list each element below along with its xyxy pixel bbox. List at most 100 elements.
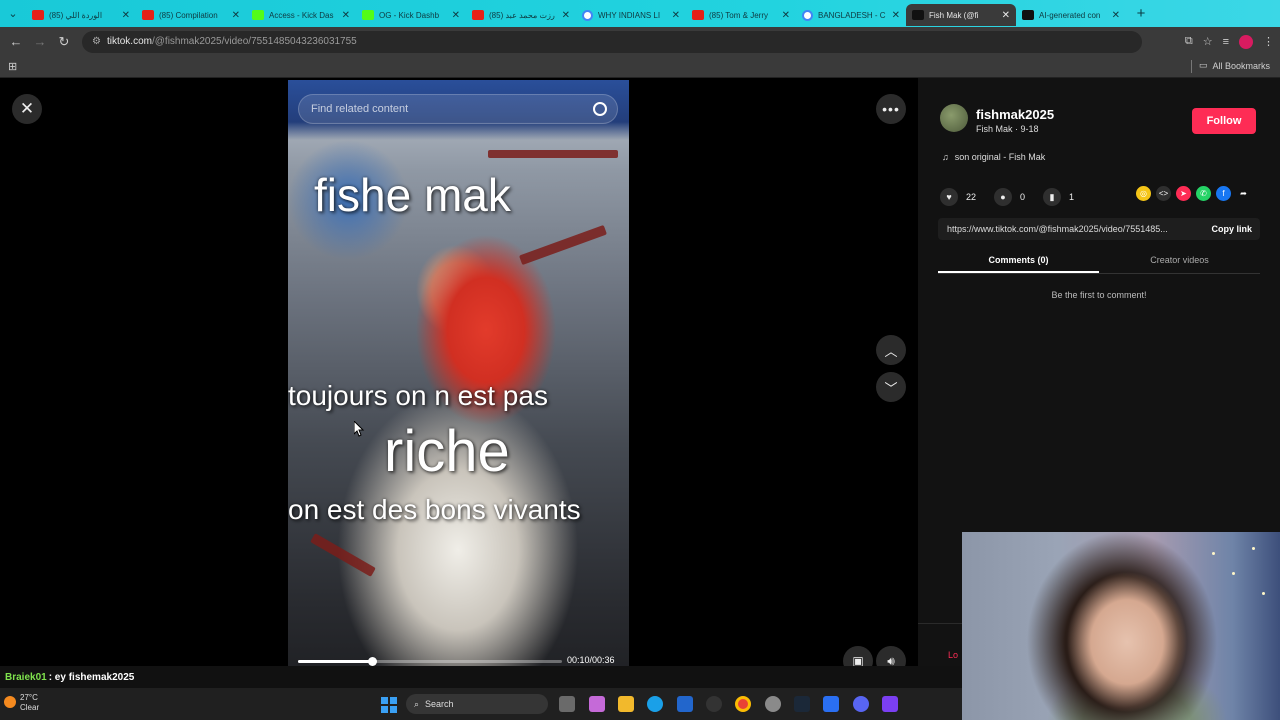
video-frame-detail (488, 150, 618, 158)
browser-tab[interactable]: Access - Kick Das ✕ (246, 4, 356, 26)
weather-icon[interactable] (4, 696, 16, 708)
copilot-icon[interactable] (589, 696, 605, 712)
login-link[interactable]: Lo (948, 650, 958, 660)
previous-video-icon[interactable]: ︿ (876, 335, 906, 365)
embed-icon[interactable]: <> (1156, 186, 1171, 201)
tab-title: (85) Compilation (159, 10, 218, 20)
related-content-search[interactable]: Find related content (298, 94, 618, 124)
browser-tab[interactable]: (85) Compilation ✕ (136, 4, 246, 26)
video-frame-detail (519, 224, 607, 266)
like-icon[interactable]: ♥ (940, 188, 958, 206)
tab-title: BANGLADESH - C (818, 10, 886, 20)
reload-icon[interactable]: ↻ (52, 30, 76, 54)
install-app-icon[interactable]: ⧉ (1185, 35, 1193, 48)
store-icon[interactable] (677, 696, 693, 712)
bookmark-icon[interactable]: ▮ (1043, 188, 1062, 206)
browser-tab[interactable]: (85) Tom & Jerry ✕ (686, 4, 796, 26)
search-icon[interactable] (593, 102, 607, 116)
taskbar-search-label: Search (425, 699, 454, 709)
tiktok-icon (912, 10, 924, 20)
browser-tab[interactable]: BANGLADESH - C ✕ (796, 4, 906, 26)
tab-close-icon[interactable]: ✕ (672, 10, 680, 21)
tab-close-icon[interactable]: ✕ (122, 10, 130, 21)
browser-menu-icon[interactable]: ⋮ (1263, 35, 1274, 48)
tab-close-icon[interactable]: ✕ (1112, 10, 1120, 21)
video-player[interactable]: Find related content fishe mak toujours … (288, 80, 629, 688)
profile-avatar[interactable] (1239, 34, 1253, 49)
tab-search-icon[interactable]: ⌄ (0, 0, 26, 27)
follow-button[interactable]: Follow (1192, 108, 1256, 134)
address-bar[interactable]: ⚙ tiktok.com/@fishmak2025/video/75514850… (82, 30, 1142, 53)
browser-tab[interactable]: الوردة اللي (85) ✕ (26, 4, 136, 26)
tab-close-icon[interactable]: ✕ (562, 10, 570, 21)
apps-grid-icon[interactable]: ⊞ (8, 60, 17, 73)
copy-link-button[interactable]: Copy link (1203, 224, 1260, 234)
webcam-light (1252, 547, 1255, 550)
tab-close-icon[interactable]: ✕ (232, 10, 240, 21)
tab-close-icon[interactable]: ✕ (782, 10, 790, 21)
new-tab-icon[interactable]: + (1130, 3, 1152, 25)
windows-taskbar: 27°C Clear ⌕ Search (0, 688, 962, 720)
creator-username[interactable]: fishmak2025 (976, 107, 1054, 122)
bookmark-star-icon[interactable]: ☆ (1203, 35, 1213, 48)
discord-icon[interactable] (853, 696, 869, 712)
close-icon[interactable]: ✕ (12, 94, 42, 124)
browser-tab[interactable]: OG - Kick Dashb ✕ (356, 4, 466, 26)
app-icon[interactable] (823, 696, 839, 712)
google-icon (582, 9, 593, 21)
windows-start-icon[interactable] (381, 697, 397, 713)
url-host: tiktok.com (106, 36, 152, 47)
stream-chat-message: Braiek01 : ey fishemak2025 (0, 666, 962, 688)
video-frame-detail (310, 533, 376, 577)
creator-avatar[interactable] (940, 104, 968, 132)
tab-creator-videos[interactable]: Creator videos (1099, 250, 1260, 273)
file-explorer-icon[interactable] (618, 696, 634, 712)
tab-comments[interactable]: Comments (0) (938, 250, 1099, 273)
tab-title: OG - Kick Dashb (379, 10, 440, 20)
screen: ⌄ الوردة اللي (85) ✕ (85) Compilation ✕ Acce… (0, 0, 1280, 720)
video-link[interactable]: https://www.tiktok.com/@fishmak2025/vide… (938, 224, 1203, 234)
browser-tab[interactable]: Fish Mak (@fi ✕ (906, 4, 1016, 26)
all-bookmarks-label: All Bookmarks (1212, 60, 1270, 71)
music-info[interactable]: ♫ son original - Fish Mak (942, 152, 1045, 162)
tab-close-icon[interactable]: ✕ (342, 10, 350, 21)
facebook-icon[interactable]: f (1216, 186, 1231, 201)
comment-icon[interactable]: ● (994, 188, 1013, 206)
all-bookmarks[interactable]: ▭ All Bookmarks (1199, 60, 1270, 71)
site-info-icon[interactable]: ⚙ (92, 36, 101, 47)
tab-close-icon[interactable]: ✕ (892, 10, 900, 21)
more-options-icon[interactable]: ••• (876, 94, 906, 124)
taskbar-search[interactable]: ⌕ Search (406, 694, 548, 714)
next-video-icon[interactable]: ﹀ (876, 372, 906, 402)
browser-tab[interactable]: AI-generated con ✕ (1016, 4, 1126, 26)
tab-close-icon[interactable]: ✕ (1002, 10, 1010, 21)
tabs-container: الوردة اللي (85) ✕ (85) Compilation ✕ Access… (26, 1, 1126, 26)
browser-tab[interactable]: WHY INDIANS LI ✕ (576, 4, 686, 26)
settings-icon[interactable] (765, 696, 781, 712)
chrome-icon[interactable] (735, 696, 751, 712)
weather-condition: Clear (20, 703, 40, 712)
obs-icon[interactable] (706, 696, 722, 712)
whatsapp-icon[interactable]: ✆ (1196, 186, 1211, 201)
browser-tab[interactable]: (85) رزت محمد عبد ✕ (466, 4, 576, 26)
webcam-light (1212, 552, 1215, 555)
video-progress-handle[interactable] (367, 657, 377, 666)
browser-tab-strip: ⌄ الوردة اللي (85) ✕ (85) Compilation ✕ Acce… (0, 0, 1280, 27)
video-progress-bar[interactable] (298, 657, 562, 666)
panel-divider (918, 623, 962, 624)
edge-icon[interactable] (647, 696, 663, 712)
send-icon[interactable]: ➤ (1176, 186, 1191, 201)
kick-icon (362, 10, 374, 20)
back-icon[interactable]: ← (4, 30, 28, 54)
browser-toolbar: ← → ↻ ⚙ tiktok.com/@fishmak2025/video/75… (0, 27, 1280, 56)
twitch-icon[interactable] (882, 696, 898, 712)
tab-close-icon[interactable]: ✕ (452, 10, 460, 21)
tab-list-icon[interactable]: ≡ (1223, 36, 1229, 48)
youtube-icon (472, 10, 484, 20)
share-icon[interactable]: ➦ (1236, 186, 1251, 201)
task-view-icon[interactable] (559, 696, 575, 712)
weather-widget[interactable]: 27°C Clear (20, 693, 39, 713)
forward-icon[interactable]: → (28, 30, 52, 54)
coin-icon[interactable]: ◎ (1136, 186, 1151, 201)
steam-icon[interactable] (794, 696, 810, 712)
